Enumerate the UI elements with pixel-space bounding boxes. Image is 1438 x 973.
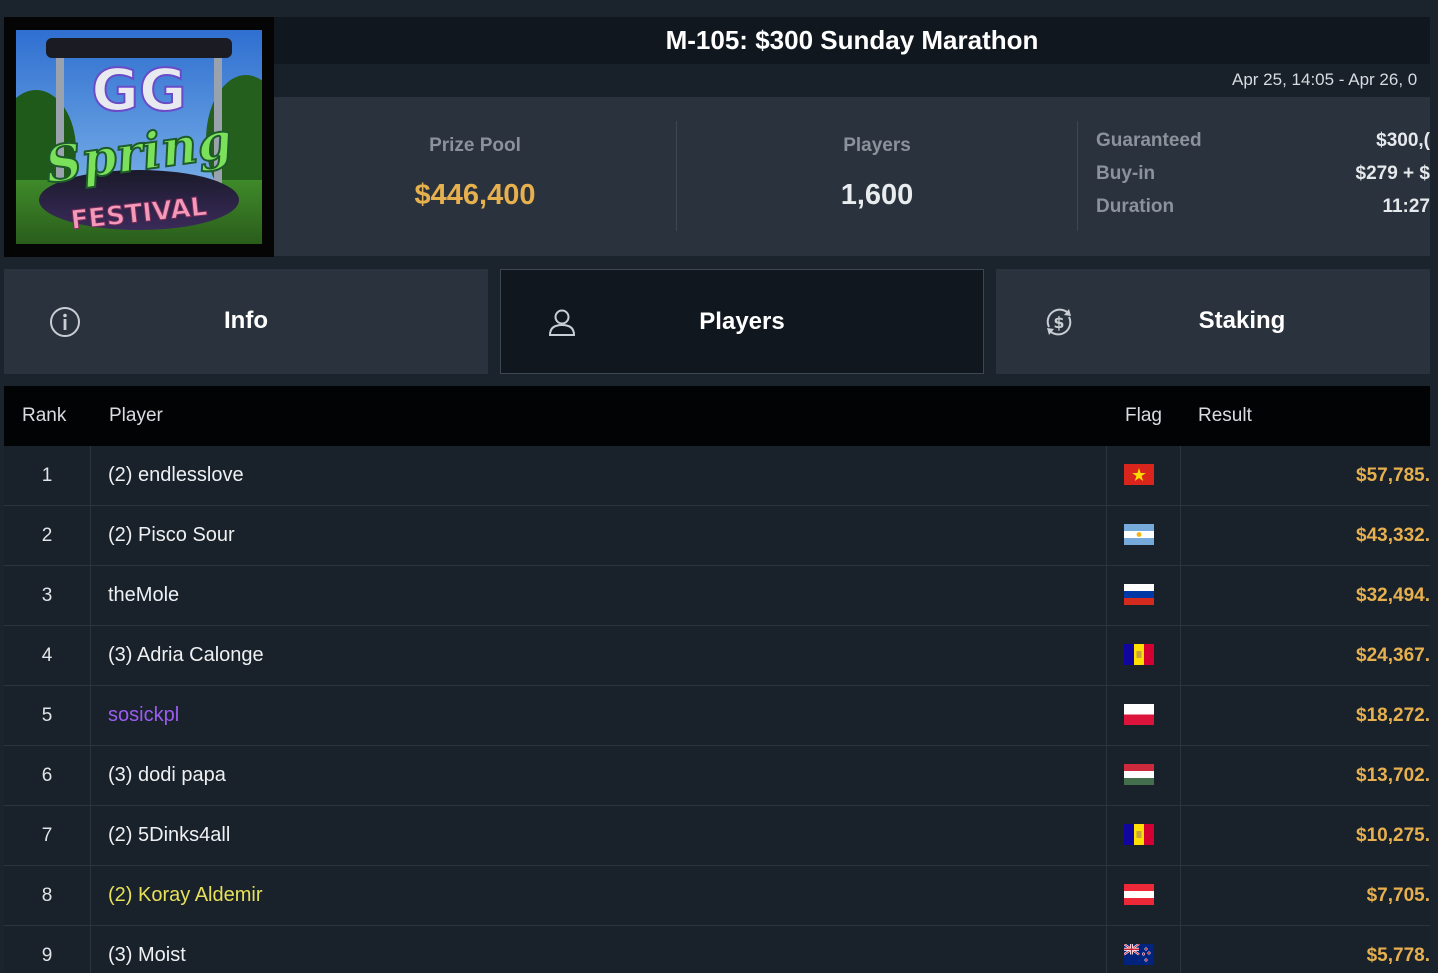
- result-amount: $7,705.: [1366, 885, 1430, 906]
- result-amount: $18,272.: [1356, 705, 1430, 726]
- header-flag[interactable]: Flag: [1125, 405, 1162, 427]
- table-row[interactable]: 3 theMole $32,494.: [4, 566, 1430, 626]
- rank-cell: 1: [4, 446, 91, 505]
- players-stat: Players 1,600: [677, 97, 1077, 256]
- flag-hu-icon: [1124, 764, 1154, 785]
- table-row[interactable]: 4 (3) Adria Calonge $24,367.: [4, 626, 1430, 686]
- flag-cell: [1106, 806, 1181, 865]
- tab-players-label: Players: [699, 308, 785, 335]
- detail-key: Buy-in: [1096, 163, 1156, 184]
- tab-info-label: Info: [224, 307, 268, 334]
- detail-key: Duration: [1096, 196, 1175, 217]
- player-name[interactable]: (3) Moist: [108, 926, 186, 973]
- flag-cell: [1106, 446, 1181, 505]
- result-amount: $43,332.: [1356, 525, 1430, 546]
- player-name[interactable]: (2) endlesslove: [108, 446, 244, 505]
- result-amount: $32,494.: [1356, 585, 1430, 606]
- tournament-stats: Prize Pool $446,400 Players 1,600 Guaran…: [274, 97, 1430, 256]
- result-amount: $5,778.: [1366, 945, 1430, 966]
- player-name[interactable]: (2) Pisco Sour: [108, 506, 235, 565]
- flag-ad-icon: [1124, 644, 1154, 665]
- page-edge: [1430, 0, 1438, 973]
- stat-divider: [1077, 121, 1078, 231]
- rank-cell: 8: [4, 866, 91, 925]
- table-row[interactable]: 5 sosickpl $18,272.: [4, 686, 1430, 746]
- flag-nz-icon: [1124, 944, 1154, 965]
- flag-cell: [1106, 866, 1181, 925]
- tab-players[interactable]: Players: [500, 269, 984, 374]
- prize-pool-label: Prize Pool: [429, 135, 521, 156]
- tournament-logo: GG Spring FESTIVAL: [4, 17, 274, 257]
- flag-cell: [1106, 926, 1181, 973]
- flag-cell: [1106, 566, 1181, 625]
- player-name[interactable]: theMole: [108, 566, 179, 625]
- detail-value: 11:27: [1382, 196, 1430, 217]
- header-result[interactable]: Result: [1198, 405, 1252, 427]
- flag-ad-icon: [1124, 824, 1154, 845]
- detail-buy-in: Buy-in $279 + $: [1096, 160, 1430, 193]
- players-count-value: 1,600: [840, 179, 914, 211]
- flag-cell: [1106, 506, 1181, 565]
- tab-info[interactable]: Info: [4, 269, 488, 374]
- rank-cell: 4: [4, 626, 91, 685]
- result-amount: $10,275.: [1356, 825, 1430, 846]
- header-player[interactable]: Player: [109, 405, 163, 427]
- detail-duration: Duration 11:27: [1096, 193, 1430, 226]
- players-count-label: Players: [843, 135, 911, 156]
- prize-pool-stat: Prize Pool $446,400: [274, 97, 676, 256]
- player-name[interactable]: (2) Koray Aldemir: [108, 866, 263, 925]
- detail-value: $300,(: [1376, 130, 1430, 151]
- player-name[interactable]: (3) dodi papa: [108, 746, 226, 805]
- table-row[interactable]: 8 (2) Koray Aldemir $7,705.: [4, 866, 1430, 926]
- tournament-page: GG Spring FESTIVAL M-105: $300 Sunday Ma…: [0, 0, 1438, 973]
- rank-cell: 7: [4, 806, 91, 865]
- table-row[interactable]: 6 (3) dodi papa $13,702.: [4, 746, 1430, 806]
- rank-cell: 2: [4, 506, 91, 565]
- rank-cell: 5: [4, 686, 91, 745]
- tab-staking[interactable]: $ Staking: [996, 269, 1430, 374]
- rank-cell: 9: [4, 926, 91, 973]
- rank-cell: 3: [4, 566, 91, 625]
- flag-ar-icon: [1124, 524, 1154, 545]
- prize-pool-value: $446,400: [414, 179, 536, 211]
- svg-text:GG: GG: [91, 56, 186, 124]
- top-strip: [0, 0, 1438, 17]
- flag-cell: [1106, 626, 1181, 685]
- flag-ru-icon: [1124, 584, 1154, 605]
- players-table: Rank Player Flag Result 1 (2) endlesslove…: [4, 386, 1430, 973]
- player-name[interactable]: (3) Adria Calonge: [108, 626, 264, 685]
- flag-vn-icon: [1124, 464, 1154, 485]
- result-amount: $13,702.: [1356, 765, 1430, 786]
- rank-cell: 6: [4, 746, 91, 805]
- detail-value: $279 + $: [1355, 163, 1431, 184]
- table-row[interactable]: 2 (2) Pisco Sour $43,332.: [4, 506, 1430, 566]
- flag-cell: [1106, 746, 1181, 805]
- result-amount: $57,785.: [1356, 465, 1430, 486]
- table-body: 1 (2) endlesslove $57,785. 2 (2) Pisco Sour $…: [4, 446, 1430, 973]
- detail-guaranteed: Guaranteed $300,(: [1096, 127, 1430, 160]
- flag-cell: [1106, 686, 1181, 745]
- header-rank[interactable]: Rank: [22, 405, 66, 427]
- result-amount: $24,367.: [1356, 645, 1430, 666]
- tournament-date-range: Apr 25, 14:05 - Apr 26, 0: [1232, 70, 1418, 89]
- detail-key: Guaranteed: [1096, 130, 1202, 151]
- tournament-title: M-105: $300 Sunday Marathon: [274, 17, 1430, 64]
- tournament-details: Guaranteed $300,( Buy-in $279 + $ Durati…: [1096, 127, 1430, 226]
- player-name[interactable]: (2) 5Dinks4all: [108, 806, 230, 865]
- flag-at-icon: [1124, 884, 1154, 905]
- gg-spring-festival-logo: GG Spring FESTIVAL: [16, 30, 262, 244]
- table-row[interactable]: 7 (2) 5Dinks4all $10,275.: [4, 806, 1430, 866]
- table-row[interactable]: 1 (2) endlesslove $57,785.: [4, 446, 1430, 506]
- date-bar: Apr 25, 14:05 - Apr 26, 0: [274, 64, 1430, 97]
- table-row[interactable]: 9 (3) Moist $5,778.: [4, 926, 1430, 973]
- tab-staking-label: Staking: [1198, 307, 1286, 334]
- table-header: Rank Player Flag Result: [4, 386, 1430, 446]
- player-name[interactable]: sosickpl: [108, 686, 179, 745]
- flag-pl-icon: [1124, 704, 1154, 725]
